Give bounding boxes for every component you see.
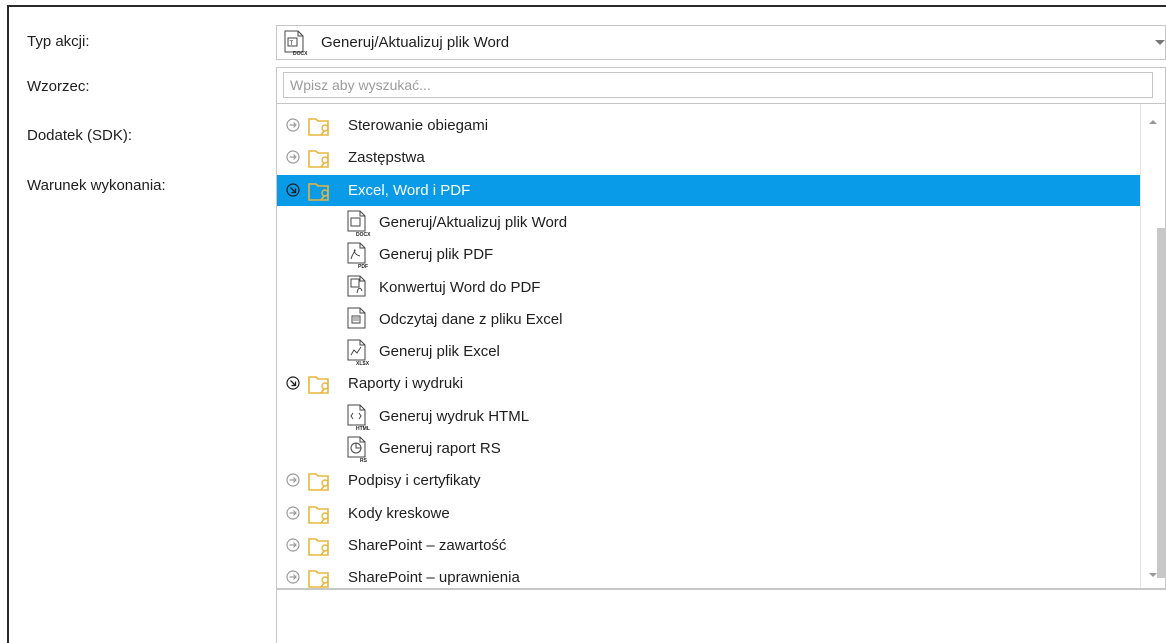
- tree-item-label: Zastępstwa: [348, 149, 425, 167]
- vertical-scrollbar[interactable]: [1140, 104, 1165, 588]
- svg-text:PDF: PDF: [358, 264, 368, 269]
- tree-action-item[interactable]: Konwertuj Word do PDF: [277, 272, 1141, 303]
- svg-text:DOCX: DOCX: [293, 51, 308, 56]
- tree-item-label: Generuj plik Excel: [379, 343, 500, 361]
- action-type-value: Generuj/Aktualizuj plik Word: [321, 34, 510, 51]
- tree-group-item[interactable]: Sterowanie obiegami: [277, 110, 1141, 141]
- convert-icon: [343, 275, 373, 302]
- tree-group-item[interactable]: Excel, Word i PDF: [277, 174, 1141, 206]
- expand-arrow-icon[interactable]: [286, 473, 300, 487]
- collapse-arrow-icon[interactable]: [286, 376, 300, 390]
- tree-action-item[interactable]: RS Generuj raport RS: [277, 433, 1141, 464]
- collapse-arrow-icon[interactable]: [286, 182, 300, 197]
- chevron-down-icon[interactable]: [1155, 40, 1165, 45]
- action-type-combobox[interactable]: T DOCX Generuj/Aktualizuj plik Word: [276, 25, 1166, 60]
- pdf-icon: PDF: [343, 242, 373, 270]
- tree-item-label: Konwertuj Word do PDF: [379, 278, 541, 296]
- tree-item-label: Generuj raport RS: [379, 440, 501, 457]
- folder-icon: [308, 567, 334, 588]
- tree-item-label: Odczytaj dane z pliku Excel: [379, 310, 563, 328]
- folder-icon: [308, 373, 334, 395]
- tree-item-label: Sterowanie obiegami: [348, 117, 489, 134]
- condition-label: Warunek wykonania:: [27, 177, 166, 194]
- docx-icon: T DOCX: [284, 30, 308, 56]
- docx-icon: DOCX: [343, 210, 373, 238]
- expand-arrow-icon[interactable]: [286, 538, 300, 552]
- tree-group-item[interactable]: SharePoint – uprawnienia: [277, 562, 1141, 588]
- scrollbar-thumb[interactable]: [1157, 228, 1165, 578]
- tree-group-item[interactable]: Podpisy i certyfikaty: [277, 465, 1141, 496]
- template-label: Wzorzec:: [27, 78, 90, 95]
- svg-text:HTML: HTML: [356, 426, 370, 431]
- expand-arrow-icon[interactable]: [286, 570, 300, 584]
- tree-item-label: Generuj/Aktualizuj plik Word: [379, 213, 568, 231]
- tree-item-label: Podpisy i certyfikaty: [348, 472, 481, 490]
- html-icon: HTML: [343, 404, 373, 432]
- search-input[interactable]: [283, 72, 1153, 98]
- tree-action-item[interactable]: HTML Generuj wydruk HTML: [277, 401, 1141, 432]
- svg-text:T: T: [290, 41, 294, 47]
- xlsx-icon: XLSX: [343, 339, 373, 367]
- scroll-down-icon[interactable]: [1149, 573, 1157, 577]
- tree-group-item[interactable]: SharePoint – zawartość: [277, 530, 1141, 561]
- svg-text:XLSX: XLSX: [356, 361, 370, 366]
- action-type-label: Typ akcji:: [27, 33, 90, 50]
- folder-icon: [308, 147, 334, 169]
- addon-label: Dodatek (SDK):: [27, 127, 133, 144]
- tree-item-label: Generuj wydruk HTML: [379, 407, 530, 425]
- details-panel: [276, 589, 1166, 643]
- tree-action-item[interactable]: Odczytaj dane z pliku Excel: [277, 304, 1141, 335]
- expand-arrow-icon[interactable]: [286, 505, 300, 520]
- tree-group-item[interactable]: Kody kreskowe: [277, 498, 1141, 529]
- expand-arrow-icon[interactable]: [286, 150, 300, 164]
- scroll-up-icon[interactable]: [1149, 120, 1157, 124]
- folder-icon: [308, 535, 334, 557]
- tree-item-label: SharePoint – uprawnienia: [348, 569, 520, 587]
- tree-action-item[interactable]: PDF Generuj plik PDF: [277, 239, 1141, 270]
- tree-group-item[interactable]: Zastępstwa: [277, 142, 1141, 173]
- tree-group-item[interactable]: Raporty i wydruki: [277, 368, 1141, 399]
- folder-icon: [308, 503, 334, 525]
- template-search: [276, 67, 1166, 104]
- expand-arrow-icon[interactable]: [286, 118, 300, 132]
- tree-item-label: Raporty i wydruki: [348, 375, 464, 393]
- rs-report-icon: RS: [343, 436, 373, 464]
- folder-icon: [308, 180, 334, 202]
- excel-read-icon: [343, 307, 373, 334]
- action-tree: Sterowanie obiegami Zastępstwa Excel, Word…: [276, 104, 1166, 589]
- svg-text:DOCX: DOCX: [356, 232, 371, 237]
- folder-icon: [308, 470, 334, 492]
- tree-item-label: SharePoint – zawartość: [348, 536, 507, 554]
- tree-action-item[interactable]: DOCX Generuj/Aktualizuj plik Word: [277, 207, 1141, 238]
- folder-icon: [308, 115, 334, 137]
- tree-action-item[interactable]: XLSX Generuj plik Excel: [277, 336, 1141, 367]
- tree-item-label: Excel, Word i PDF: [348, 181, 471, 199]
- svg-text:RS: RS: [360, 458, 368, 463]
- tree-item-label: Kody kreskowe: [348, 504, 450, 522]
- tree-item-label: Generuj plik PDF: [379, 246, 494, 264]
